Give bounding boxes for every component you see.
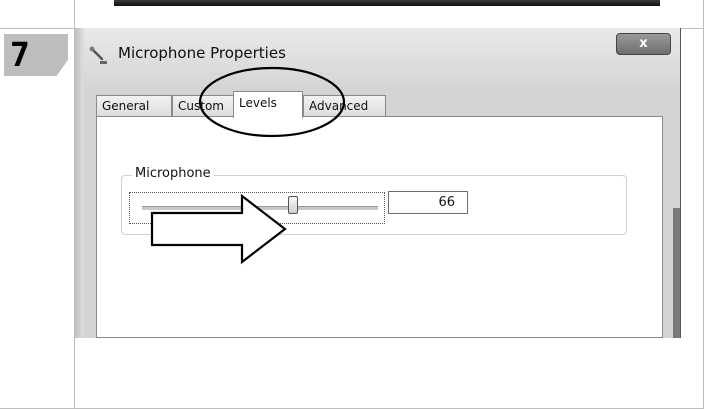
microphone-volume-slider[interactable] — [129, 192, 385, 224]
window-title: Microphone Properties — [118, 44, 286, 62]
previous-step-screenshot-edge — [114, 0, 660, 6]
window-frame-left — [74, 28, 84, 338]
microphone-properties-window: Microphone Properties x General Custom L… — [74, 28, 681, 338]
title-bar[interactable]: Microphone Properties x — [74, 28, 680, 86]
microphone-level-value[interactable]: 66 — [388, 191, 468, 214]
tab-general[interactable]: General — [96, 95, 172, 117]
step-number-badge: 7 — [4, 34, 68, 76]
tab-advanced[interactable]: Advanced — [303, 95, 386, 117]
slider-track — [142, 206, 378, 210]
tab-levels[interactable]: Levels — [233, 91, 303, 118]
slider-thumb[interactable] — [288, 196, 298, 214]
microphone-icon — [89, 46, 107, 64]
tab-custom[interactable]: Custom — [172, 95, 234, 117]
microphone-group-label: Microphone — [132, 166, 214, 181]
window-frame-right — [673, 208, 680, 338]
levels-tab-panel: Microphone 66 — [96, 116, 663, 338]
step-number: 7 — [10, 35, 30, 74]
microphone-level-group: Microphone 66 — [121, 166, 627, 235]
close-button[interactable]: x — [616, 33, 671, 55]
